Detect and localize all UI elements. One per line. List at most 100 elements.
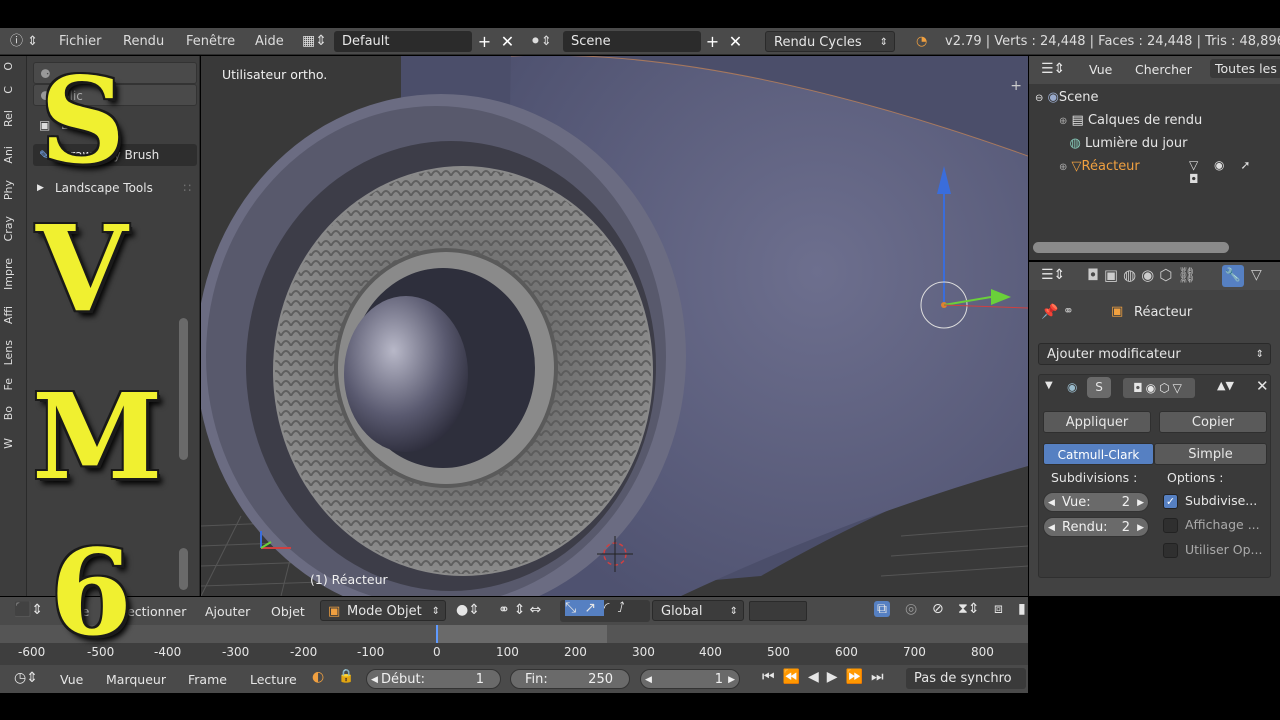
apply-button[interactable]: Appliquer xyxy=(1043,411,1151,433)
render-camera-icon[interactable]: ▮ xyxy=(1018,601,1026,617)
render-engine-select[interactable]: Rendu Cycles ⇕ xyxy=(765,31,895,52)
tree-world[interactable]: ◍ Lumière du jour xyxy=(1059,133,1188,155)
modifier-display-toggles[interactable]: ◘◉⬡▽ xyxy=(1123,378,1195,398)
tab-rel[interactable]: Rel xyxy=(2,110,24,127)
catmull-clark-button[interactable]: Catmull-Clark xyxy=(1043,443,1154,465)
timeline-menu-marqueur[interactable]: Marqueur xyxy=(106,672,166,687)
view3d-editor-icon[interactable]: ⬛⇕ xyxy=(14,602,43,618)
add-scene-icon[interactable]: + xyxy=(702,31,723,52)
header-menu-objet[interactable]: Objet xyxy=(271,604,305,619)
outliner-menu-vue[interactable]: Vue xyxy=(1089,62,1112,77)
overlay-letter-s: S xyxy=(40,51,126,190)
tab-ani[interactable]: Ani xyxy=(2,146,24,164)
tree-render-layers[interactable]: ⊕ ▤ Calques de rendu xyxy=(1059,110,1202,132)
tab-cray[interactable]: Cray xyxy=(2,216,24,241)
render-preview-icon[interactable]: ⧈ xyxy=(994,601,1003,617)
mode-select[interactable]: ▣ Mode Objet ⇕ xyxy=(320,600,446,621)
render-levels-spinner[interactable]: ◀ Rendu: 2 ▶ xyxy=(1043,517,1149,537)
collapse-icon[interactable]: ⊖ xyxy=(1035,93,1043,104)
optimal-display-checkbox[interactable] xyxy=(1163,518,1178,533)
menu-aide[interactable]: Aide xyxy=(255,28,284,55)
tick-label: -100 xyxy=(357,645,385,659)
tab-w[interactable]: W xyxy=(2,438,24,449)
timeline-menu-frame[interactable]: Frame xyxy=(188,672,227,687)
playback-controls[interactable]: ⏮⏪◀▶⏩⏭ xyxy=(762,669,892,685)
tab-phy[interactable]: Phy xyxy=(2,180,24,200)
start-frame-field[interactable]: ◀ Début: 1 xyxy=(366,669,501,689)
properties-editor-icon[interactable]: ☰⇕ xyxy=(1041,267,1065,283)
toolshelf-expand-icon[interactable]: + xyxy=(1010,78,1022,94)
lock-layers-icon[interactable]: ⧉ xyxy=(874,601,890,617)
move-modifier-icon[interactable]: ▲▼ xyxy=(1217,379,1234,392)
outliner-scrollbar[interactable] xyxy=(1033,242,1229,253)
properties-panel: 📌 ⚭ ▣ Réacteur Ajouter modificateur ⇕ ▼ ◉… xyxy=(1029,290,1280,596)
timeline-menu-vue[interactable]: Vue xyxy=(60,672,83,687)
tab-c[interactable]: C xyxy=(2,86,24,94)
pivot-manipulator-icons[interactable]: ⚭⇕⇔ xyxy=(498,602,545,618)
data-tab-icon[interactable]: ▽ xyxy=(1251,267,1262,283)
timeline[interactable]: -600 -500 -400 -300 -200 -100 0 100 200 … xyxy=(0,625,1028,665)
letterbox-bottom xyxy=(0,693,1280,720)
add-layout-icon[interactable]: + xyxy=(474,31,495,52)
layout-icon[interactable]: ▦⇕ xyxy=(302,28,327,55)
tab-lens[interactable]: Lens xyxy=(2,340,24,365)
menu-fenetre[interactable]: Fenêtre xyxy=(186,28,235,55)
header-menu-ajouter[interactable]: Ajouter xyxy=(205,604,250,619)
scene-icon[interactable]: ⚫⇕ xyxy=(530,28,552,55)
lock-range-icon[interactable]: 🔒 xyxy=(338,669,354,684)
expand-icon[interactable]: ⊕ xyxy=(1059,162,1067,173)
remove-layout-icon[interactable]: ✕ xyxy=(497,31,518,52)
tab-fe[interactable]: Fe xyxy=(2,378,24,391)
layout-field[interactable]: Default xyxy=(334,31,472,52)
outliner-editor-icon[interactable]: ☰⇕ xyxy=(1041,61,1065,77)
modifier-name-field[interactable]: S xyxy=(1087,377,1111,398)
view-levels-spinner[interactable]: ◀ Vue: 2 ▶ xyxy=(1043,492,1149,512)
tab-affi[interactable]: Affi xyxy=(2,306,24,324)
tab-bo[interactable]: Bo xyxy=(2,406,24,420)
tick-label: -200 xyxy=(290,645,318,659)
layers-grid[interactable] xyxy=(749,601,807,621)
scene-field[interactable]: Scene xyxy=(563,31,701,52)
simple-button[interactable]: Simple xyxy=(1154,443,1267,465)
tree-scene[interactable]: ⊖ ◉Scene xyxy=(1035,87,1099,109)
snap-target-icon[interactable]: ⧗⇕ xyxy=(958,601,980,617)
timeline-editor-icon[interactable]: ◷⇕ xyxy=(14,670,38,686)
add-modifier-select[interactable]: Ajouter modificateur ⇕ xyxy=(1038,343,1271,365)
outliner-menu-chercher[interactable]: Chercher xyxy=(1135,62,1192,77)
auto-keying-icon[interactable]: ◐ xyxy=(312,669,324,685)
tab-impre[interactable]: Impre xyxy=(2,258,24,290)
tab-o[interactable]: O xyxy=(2,62,24,71)
manipulator-toggles[interactable]: ⤡↗◜⭜ xyxy=(560,600,650,622)
pin-icon[interactable]: 📌 xyxy=(1041,304,1058,320)
collapse-modifier-icon[interactable]: ▼ xyxy=(1045,380,1053,391)
subdivide-uvs-checkbox[interactable]: ✓ xyxy=(1163,494,1178,509)
properties-context-icons[interactable]: ◘▣◍◉⬡⛓ xyxy=(1087,266,1201,284)
menu-rendu[interactable]: Rendu xyxy=(123,28,164,55)
use-opensubdiv-checkbox[interactable] xyxy=(1163,543,1178,558)
overlay-digit-6: 6 xyxy=(50,523,133,662)
expand-icon[interactable]: ⊕ xyxy=(1059,116,1067,127)
remove-modifier-icon[interactable]: ✕ xyxy=(1256,377,1269,395)
toolshelf-tabs: O C Rel Ani Phy Cray Impre Affi Lens Fe … xyxy=(0,56,27,596)
end-frame-field[interactable]: Fin: 250 xyxy=(510,669,630,689)
remove-scene-icon[interactable]: ✕ xyxy=(725,31,746,52)
proportional-edit-icon[interactable]: ◎ xyxy=(905,601,917,617)
outliner: ⊖ ◉Scene ⊕ ▤ Calques de rendu ◍ Lumière … xyxy=(1029,84,1280,260)
timeline-menu-lecture[interactable]: Lecture xyxy=(250,672,297,687)
orientation-select[interactable]: Global ⇕ xyxy=(652,600,744,621)
subdivisions-label: Subdivisions : xyxy=(1051,470,1138,485)
outliner-display-filter[interactable]: Toutes les xyxy=(1210,59,1280,78)
shading-icon[interactable]: ●⇕ xyxy=(456,602,480,618)
viewport-3d[interactable]: Utilisateur ortho. (1) Réacteur + xyxy=(201,56,1028,596)
transform-gizmo[interactable] xyxy=(201,56,1028,596)
current-frame-field[interactable]: ◀ 1 ▶ xyxy=(640,669,740,689)
copy-button[interactable]: Copier xyxy=(1159,411,1267,433)
toolshelf-scrollbar[interactable] xyxy=(179,318,188,460)
toolshelf-scrollbar-lower[interactable] xyxy=(179,548,188,590)
snap-icon[interactable]: ⊘ xyxy=(932,601,944,617)
info-editor-icon[interactable]: ⓘ ⇕ xyxy=(10,28,38,55)
visibility-icons[interactable]: ▽ ◉ ➚ ◘ xyxy=(1189,158,1280,186)
tree-reacteur[interactable]: ⊕ ▽Réacteur xyxy=(1059,156,1140,178)
modifier-tab-icon[interactable]: 🔧 xyxy=(1222,265,1244,287)
sync-select[interactable]: Pas de synchro xyxy=(906,668,1026,689)
